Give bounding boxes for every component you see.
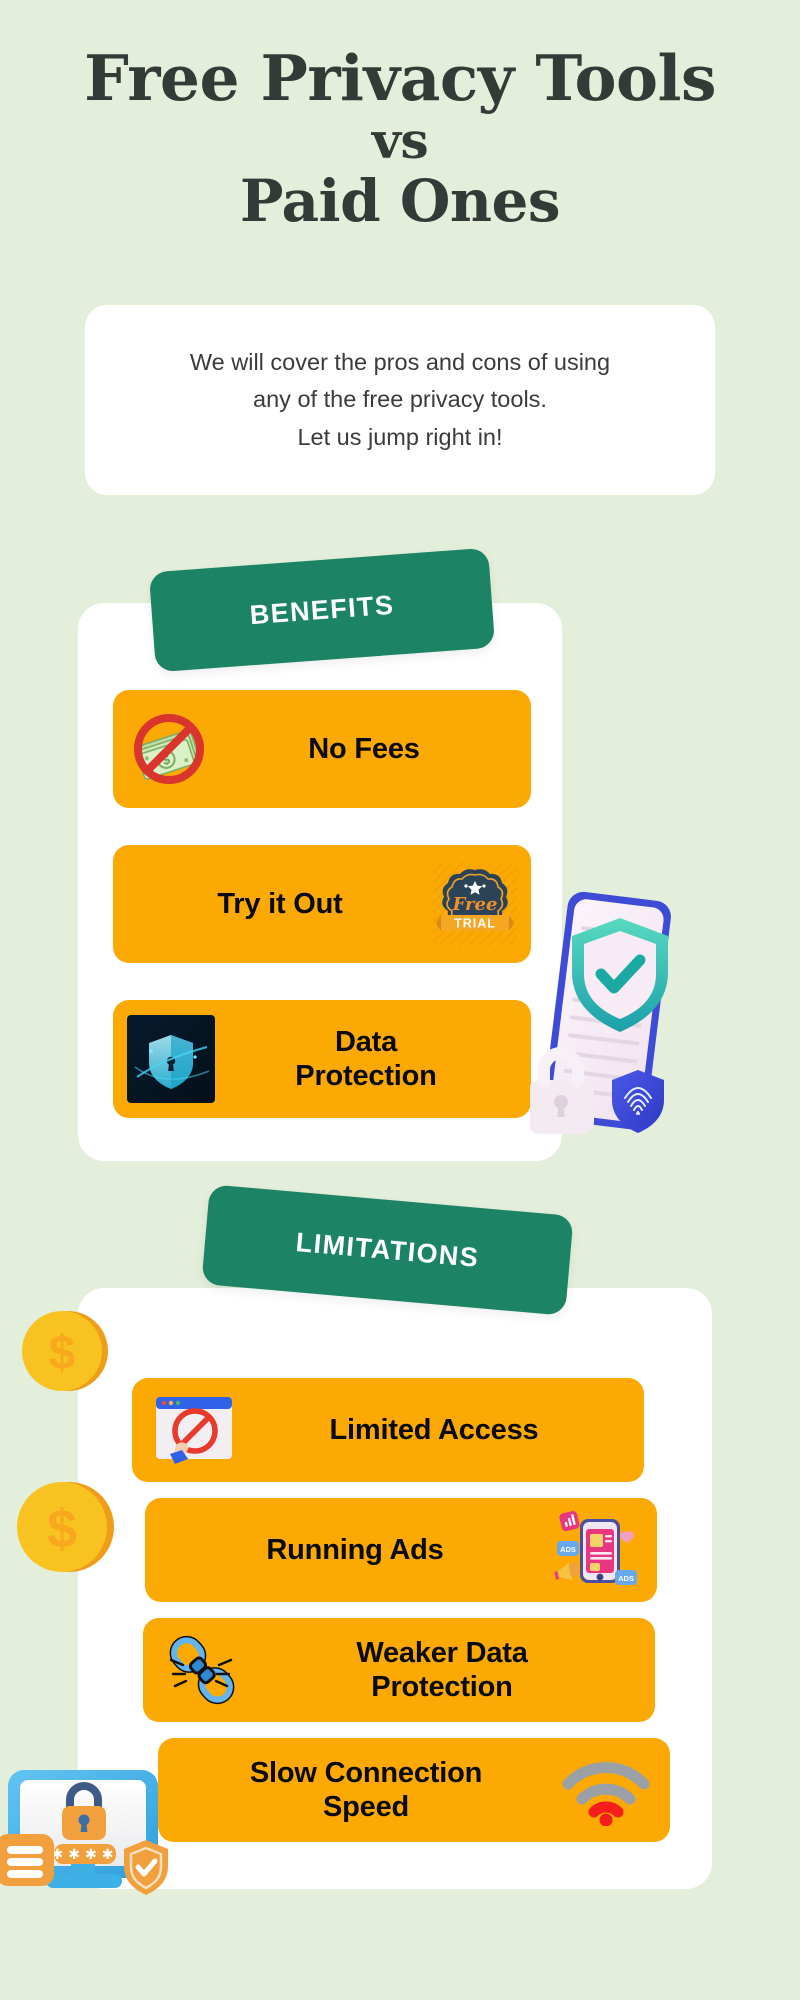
browser-blocked-icon <box>148 1391 240 1469</box>
intro-line-3: Let us jump right in! <box>297 423 503 450</box>
dollar-coin-icon: $ <box>12 1475 116 1584</box>
benefit-row-data-protection[interactable]: Data Protection <box>113 1000 531 1118</box>
limitation-label-line-1: Slow Connection <box>249 1756 483 1789</box>
svg-text:ADS: ADS <box>618 1574 634 1583</box>
no-money-icon: $ <box>127 707 211 791</box>
benefit-row-try-it-out[interactable]: Try it Out Free TRIAL <box>113 845 531 963</box>
title-line-3: Paid Ones <box>239 167 561 236</box>
intro-line-1: We will cover the pros and cons of using <box>189 349 611 376</box>
limitations-badge-label: LIMITATIONS <box>294 1226 481 1273</box>
free-trial-badge-icon: Free TRIAL <box>433 862 517 946</box>
limitation-label-line-2: Protection <box>371 1671 513 1703</box>
limitation-label-limited-access: Limited Access <box>329 1413 539 1446</box>
benefit-label-data-protection: Data Protection <box>215 1025 517 1093</box>
limitation-label-slow-connection-speed: Slow Connection Speed <box>174 1756 558 1824</box>
limitation-row-running-ads[interactable]: Running Ads ADS ADS <box>145 1498 657 1602</box>
benefit-row-no-fees[interactable]: $ No Fees <box>113 690 531 808</box>
weak-wifi-icon <box>558 1754 654 1826</box>
monitor-password-security-illustration: ✱✱✱✱ <box>0 1752 194 1937</box>
limitation-label-weaker-data-protection: Weaker Data Protection <box>245 1636 639 1704</box>
benefits-badge-label: BENEFITS <box>248 589 396 630</box>
shield-keyhole-icon <box>127 1015 215 1103</box>
svg-text:✱✱✱✱: ✱✱✱✱ <box>52 1846 119 1862</box>
intro-line-2: any of the free privacy tools. <box>253 386 547 413</box>
broken-chain-icon <box>159 1630 245 1710</box>
svg-text:ADS: ADS <box>560 1545 576 1554</box>
svg-text:$: $ <box>49 1327 76 1380</box>
svg-text:Free: Free <box>452 894 498 915</box>
document-shield-lock-fingerprint-illustration <box>528 870 690 1175</box>
svg-text:$: $ <box>47 1499 77 1559</box>
limitation-label-running-ads: Running Ads <box>266 1533 444 1566</box>
dollar-coin-icon: $ <box>18 1305 110 1402</box>
title-line-1: Free Privacy Tools <box>84 41 716 115</box>
benefit-label-no-fees: No Fees <box>308 732 420 765</box>
phone-ads-icon: ADS ADS <box>549 1507 641 1593</box>
svg-text:TRIAL: TRIAL <box>454 917 496 931</box>
intro-card: We will cover the pros and cons of using… <box>85 305 715 495</box>
benefit-label-line-2: Protection <box>295 1060 437 1092</box>
title-line-2: vs <box>371 111 429 171</box>
benefit-label-line-1: Data <box>334 1025 398 1058</box>
limitation-label-line-2: Speed <box>322 1791 410 1823</box>
limitation-row-slow-connection-speed[interactable]: Slow Connection Speed <box>158 1738 670 1842</box>
page-title: Free Privacy Tools vs Paid Ones <box>0 0 800 233</box>
limitation-row-limited-access[interactable]: Limited Access <box>132 1378 644 1482</box>
limitation-row-weaker-data-protection[interactable]: Weaker Data Protection <box>143 1618 655 1722</box>
benefit-label-try-it-out: Try it Out <box>217 887 343 920</box>
limitation-label-line-1: Weaker Data <box>356 1636 528 1669</box>
